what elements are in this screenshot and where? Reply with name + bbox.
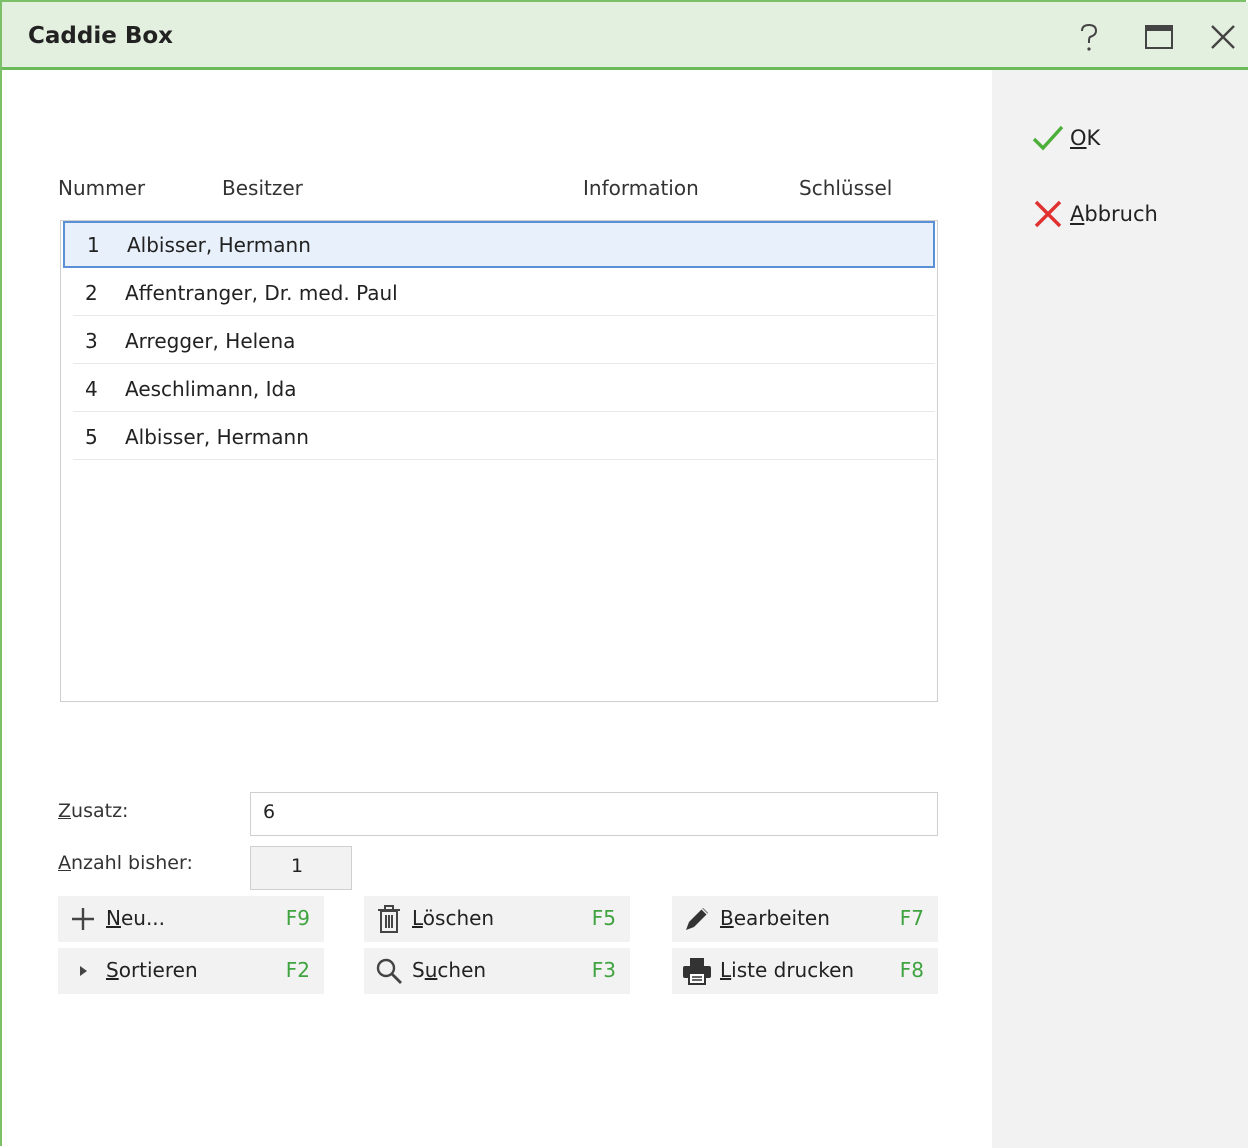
- column-header-schluessel[interactable]: Schlüssel: [799, 176, 892, 200]
- shortcut-f5: F5: [591, 906, 616, 930]
- row-owner: Affentranger, Dr. med. Paul: [125, 281, 398, 305]
- shortcut-f2: F2: [285, 958, 310, 982]
- search-icon: [374, 956, 404, 986]
- column-header-information[interactable]: Information: [583, 176, 699, 200]
- column-header-besitzer[interactable]: Besitzer: [222, 176, 303, 200]
- table-row[interactable]: 3 Arregger, Helena: [73, 317, 935, 364]
- help-icon[interactable]: [1072, 20, 1106, 54]
- row-number: 4: [85, 377, 98, 401]
- table-row[interactable]: 4 Aeschlimann, Ida: [73, 365, 935, 412]
- window-title: Caddie Box: [28, 23, 173, 49]
- pencil-icon: [682, 904, 712, 934]
- sort-button[interactable]: Sortieren F2: [58, 948, 324, 994]
- search-button[interactable]: Suchen F3: [364, 948, 630, 994]
- cancel-button[interactable]: Abbruch: [1032, 194, 1158, 234]
- edit-button[interactable]: Bearbeiten F7: [672, 896, 938, 942]
- row-number: 5: [85, 425, 98, 449]
- printer-icon: [682, 956, 712, 986]
- row-number: 1: [87, 233, 100, 257]
- delete-button[interactable]: Löschen F5: [364, 896, 630, 942]
- trash-icon: [374, 904, 404, 934]
- row-owner: Albisser, Hermann: [127, 233, 311, 257]
- table-row[interactable]: 5 Albisser, Hermann: [73, 413, 935, 460]
- zusatz-input[interactable]: 6: [250, 792, 938, 836]
- close-icon[interactable]: [1206, 20, 1240, 54]
- shortcut-f9: F9: [285, 906, 310, 930]
- maximize-icon[interactable]: [1142, 20, 1176, 54]
- shortcut-f7: F7: [899, 906, 924, 930]
- row-number: 3: [85, 329, 98, 353]
- column-header-nummer[interactable]: Nummer: [58, 176, 145, 200]
- checkmark-icon: [1032, 125, 1064, 151]
- shortcut-f8: F8: [899, 958, 924, 982]
- zusatz-label: Zusatz:: [58, 800, 129, 822]
- table-row[interactable]: 1 Albisser, Hermann: [63, 221, 935, 268]
- print-list-button[interactable]: Liste drucken F8: [672, 948, 938, 994]
- title-bar: Caddie Box: [2, 2, 1248, 70]
- anzahl-bisher-label: Anzahl bisher:: [58, 852, 193, 874]
- row-owner: Aeschlimann, Ida: [125, 377, 297, 401]
- row-owner: Arregger, Helena: [125, 329, 296, 353]
- caret-right-icon: [68, 956, 98, 986]
- row-number: 2: [85, 281, 98, 305]
- cross-icon: [1034, 200, 1062, 228]
- new-button[interactable]: Neu... F9: [58, 896, 324, 942]
- plus-icon: [68, 904, 98, 934]
- anzahl-bisher-field: 1: [250, 846, 352, 890]
- table-row[interactable]: 2 Affentranger, Dr. med. Paul: [73, 269, 935, 316]
- caddie-box-window: Caddie Box Nummer Besitzer Information S…: [0, 0, 1248, 1148]
- shortcut-f3: F3: [591, 958, 616, 982]
- caddie-box-list[interactable]: 1 Albisser, Hermann 2 Affentranger, Dr. …: [60, 220, 938, 702]
- row-owner: Albisser, Hermann: [125, 425, 309, 449]
- right-panel: OK Abbruch: [992, 70, 1248, 1148]
- ok-button[interactable]: OK: [1032, 118, 1100, 158]
